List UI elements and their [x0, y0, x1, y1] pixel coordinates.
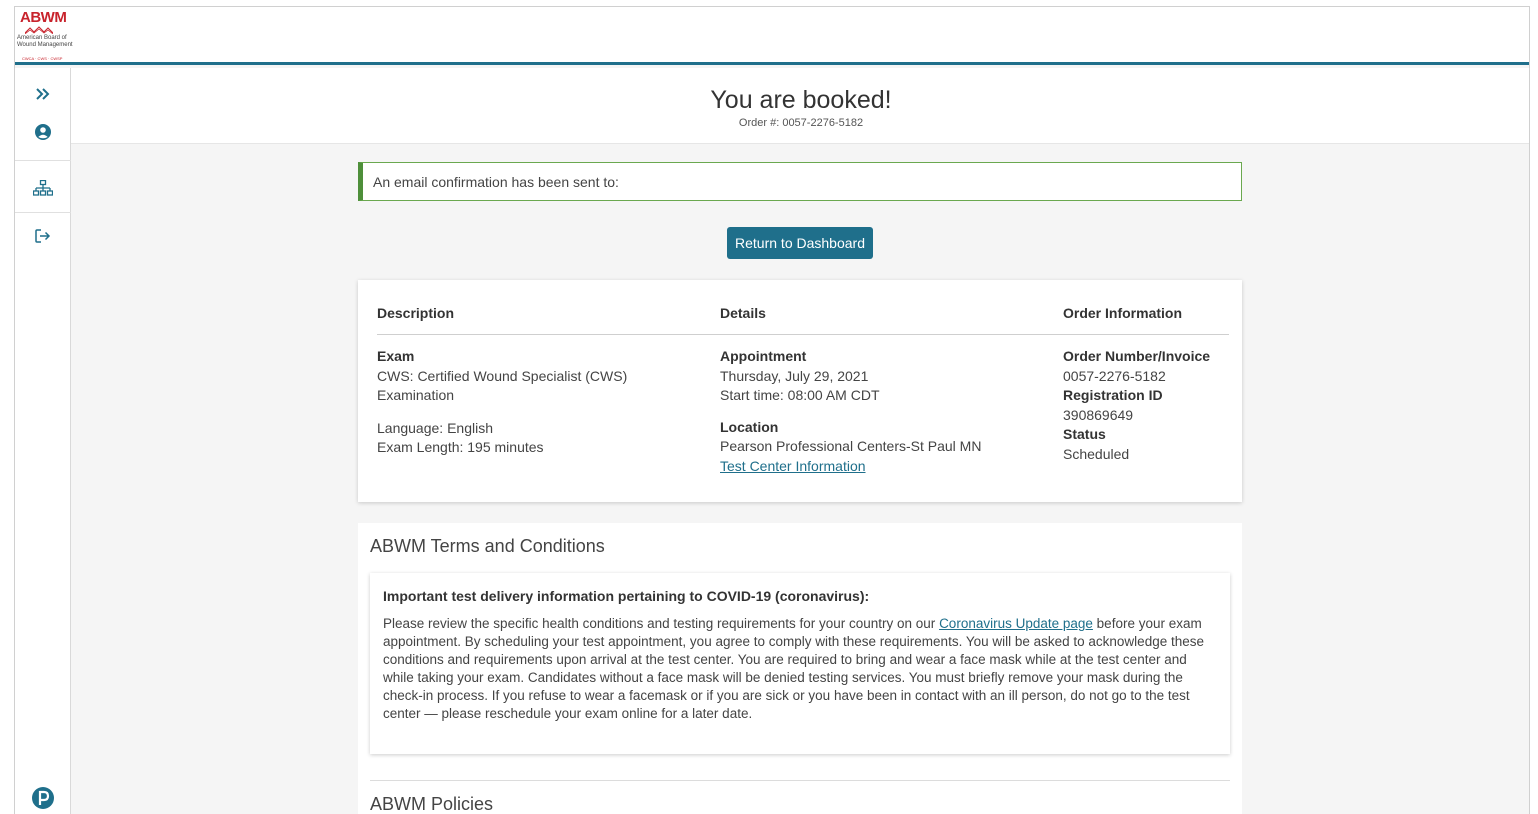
order-number-value: 0057-2276-5182 [1063, 367, 1166, 384]
covid-text-part1: Please review the specific health condit… [383, 616, 940, 631]
header-divider [377, 334, 1229, 335]
exam-language: Language: English [377, 419, 493, 436]
sign-out-icon [35, 229, 51, 243]
email-confirmation-alert: An email confirmation has been sent to: [358, 162, 1242, 201]
sidebar-divider [15, 160, 71, 161]
coronavirus-update-link[interactable]: Coronavirus Update page [939, 616, 1093, 631]
description-column: Exam CWS: Certified Wound Specialist (CW… [377, 347, 707, 458]
pearson-logo-button[interactable] [15, 778, 71, 814]
logo-org-name: American Board of Wound Management [17, 35, 73, 48]
exam-name: CWS: Certified Wound Specialist (CWS) Ex… [377, 367, 628, 404]
registration-id-heading: Registration ID [1063, 387, 1163, 403]
sidebar [15, 68, 71, 814]
user-circle-icon [35, 124, 51, 140]
return-to-dashboard-button[interactable]: Return to Dashboard [727, 227, 873, 259]
covid-notice-box: Important test delivery information pert… [370, 573, 1230, 754]
column-header-order-information: Order Information [1063, 305, 1183, 321]
order-number-line: Order #: 0057-2276-5182 [738, 117, 864, 129]
sidebar-logout-button[interactable] [15, 216, 71, 256]
logo-acronym: ABWM [20, 9, 67, 26]
appointment-heading: Appointment [720, 348, 807, 364]
exam-length: Exam Length: 195 minutes [377, 439, 544, 455]
policies-title: ABWM Policies [370, 794, 494, 814]
order-number-heading: Order Number/Invoice [1063, 348, 1211, 364]
main-content: You are booked! Order #: 0057-2276-5182 … [71, 68, 1529, 814]
page-title: You are booked! [710, 86, 892, 114]
sidebar-expand-button[interactable] [15, 74, 71, 114]
terms-section: ABWM Terms and Conditions Important test… [358, 523, 1242, 814]
terms-title: ABWM Terms and Conditions [370, 536, 605, 556]
exam-heading: Exam [377, 348, 415, 364]
order-information-column: Order Number/Invoice 0057-2276-5182 Regi… [1063, 347, 1233, 464]
details-column: Appointment Thursday, July 29, 2021 Star… [720, 347, 1050, 476]
logo-waves-icon [25, 26, 53, 34]
appointment-start-time: Start time: 08:00 AM CDT [720, 387, 880, 403]
covid-text-part2: before your exam appointment. By schedul… [383, 616, 1204, 721]
abwm-logo[interactable]: ABWM American Board of Wound Management … [17, 9, 87, 63]
top-bar: ABWM American Board of Wound Management … [15, 7, 1529, 65]
column-header-description: Description [377, 305, 455, 321]
status-value: Scheduled [1063, 445, 1130, 462]
logo-certs: CWCA · CWS · CWSP [22, 56, 63, 61]
location-name: Pearson Professional Centers-St Paul MN [720, 438, 982, 454]
sidebar-account-button[interactable] [15, 112, 71, 152]
registration-id-value: 390869649 [1063, 406, 1134, 423]
sidebar-divider [15, 212, 71, 213]
app-frame: ABWM American Board of Wound Management … [14, 6, 1530, 814]
alert-text: An email confirmation has been sent to: [373, 174, 619, 190]
section-divider [370, 780, 1230, 781]
covid-notice-title: Important test delivery information pert… [383, 588, 870, 604]
booking-header: You are booked! Order #: 0057-2276-5182 [71, 68, 1529, 144]
chevrons-right-icon [36, 88, 50, 100]
covid-notice-body: Please review the specific health condit… [383, 615, 1213, 723]
booking-summary-card: Description Details Order Information Ex… [358, 280, 1242, 502]
pearson-logo-icon [32, 787, 54, 809]
sitemap-icon [33, 180, 53, 196]
status-heading: Status [1063, 426, 1106, 442]
location-heading: Location [720, 418, 779, 435]
test-center-information-link[interactable]: Test Center Information [720, 458, 866, 474]
sidebar-sitemap-button[interactable] [15, 168, 71, 208]
column-header-details: Details [720, 305, 766, 321]
appointment-date: Thursday, July 29, 2021 [720, 367, 869, 384]
